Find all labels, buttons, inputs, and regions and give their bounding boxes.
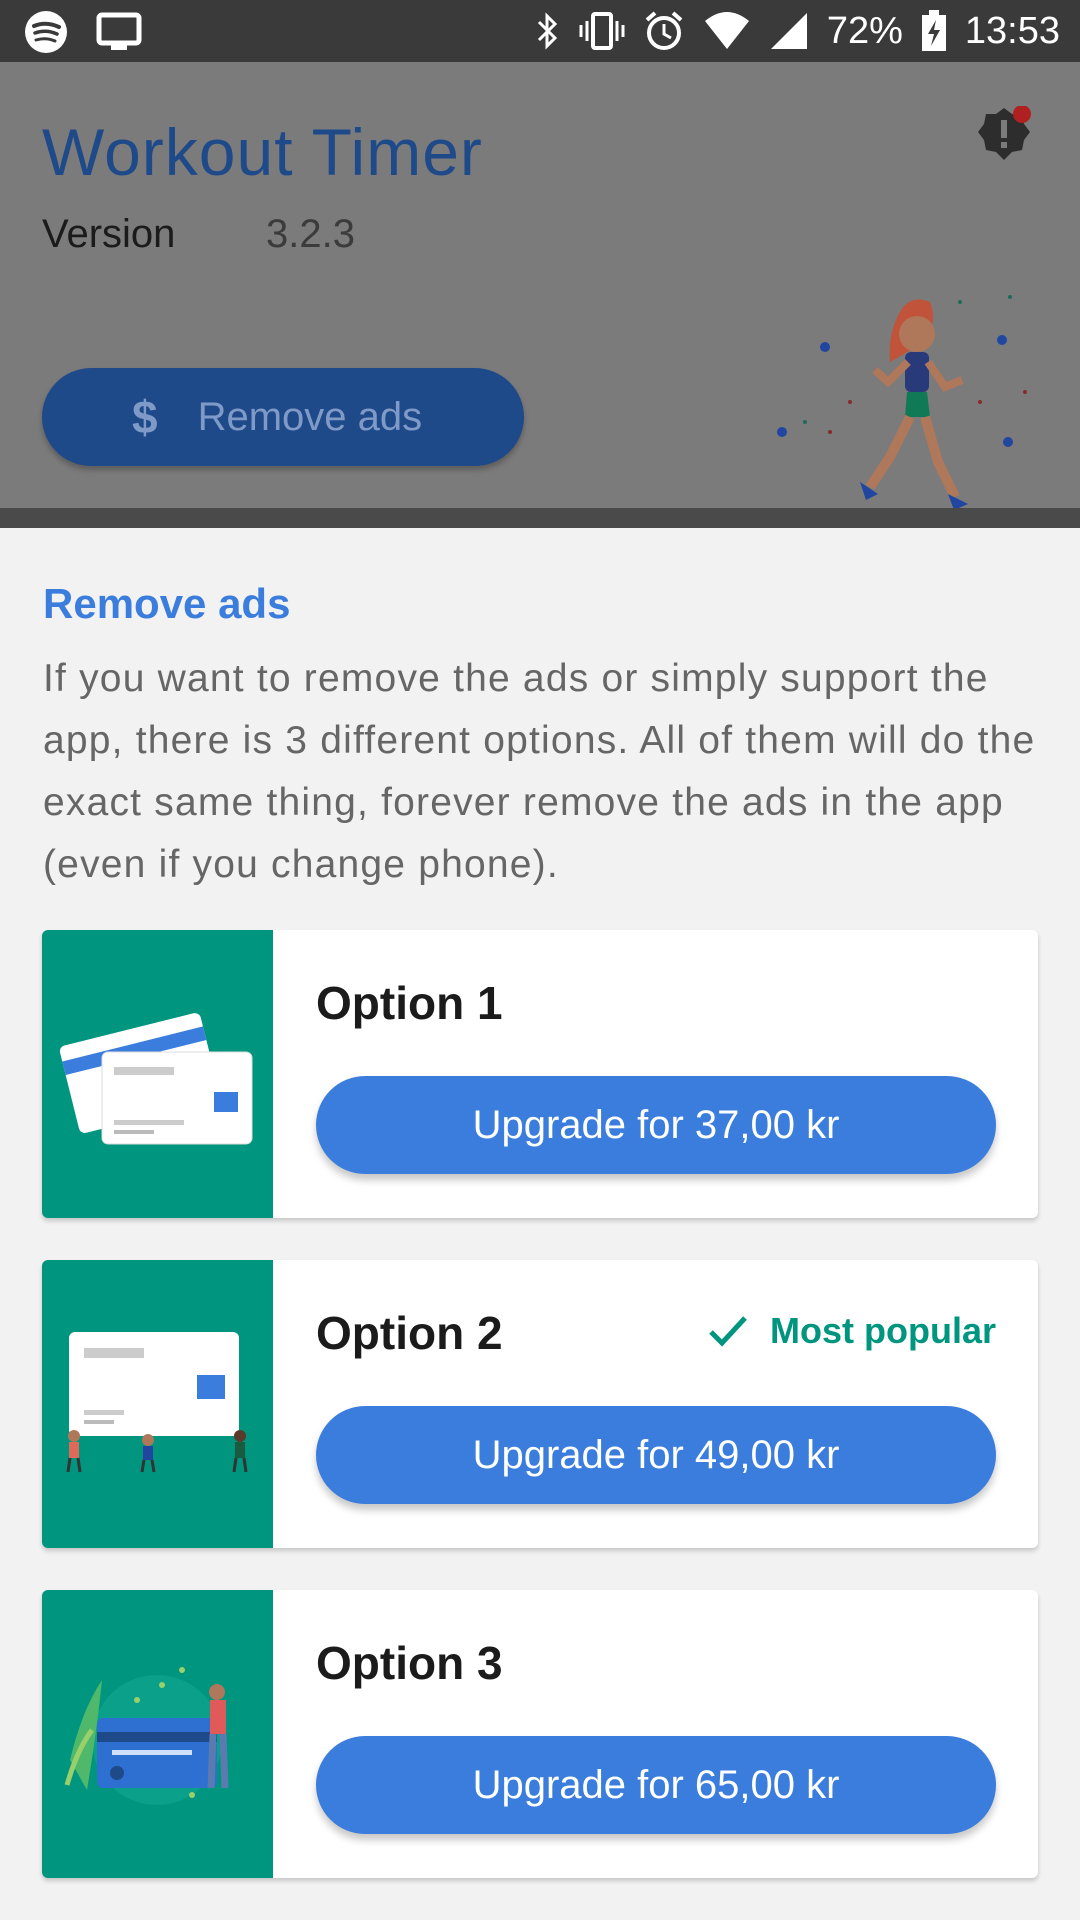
app-background: Workout Timer Version 3.2.3 $ Remove ads (0, 62, 1080, 528)
alert-badge-icon[interactable] (976, 106, 1032, 162)
sheet-title: Remove ads (43, 580, 291, 627)
vibrate-icon (579, 12, 625, 50)
battery-charging-icon (921, 10, 946, 51)
sheet-description: If you want to remove the ads or simply … (43, 657, 1036, 886)
version-value: 3.2.3 (266, 212, 355, 256)
version-label: Version (42, 212, 176, 256)
remove-ads-button-label: Remove ads (197, 394, 423, 439)
alarm-icon (645, 11, 683, 50)
option-card-2: Option 2 Most popular Upgrade for 49,00 … (42, 1260, 1038, 1548)
option-card-3: Option 3 Upgrade for 65,00 kr (42, 1590, 1038, 1878)
cell-signal-icon (770, 13, 807, 49)
option-card-1: Option 1 Upgrade for 37,00 kr (42, 930, 1038, 1218)
most-popular-label: Most popular (770, 1310, 996, 1351)
option-2-title: Option 2 (316, 1307, 503, 1359)
spotify-icon (25, 11, 67, 53)
remove-ads-sheet: Remove ads If you want to remove the ads… (0, 528, 1080, 1920)
most-popular-badge: Most popular (708, 1310, 996, 1352)
upgrade-option-1-button[interactable]: Upgrade for 37,00 kr (316, 1076, 996, 1174)
bluetooth-icon (537, 12, 557, 50)
option-3-illustration (42, 1590, 273, 1878)
remove-ads-button[interactable]: $ Remove ads (42, 368, 524, 466)
status-bar: 72% 13:53 (0, 0, 1080, 62)
battery-percent: 72% (826, 9, 903, 52)
checkmark-icon (709, 1316, 747, 1347)
dollar-icon: $ (132, 391, 158, 443)
option-1-illustration (42, 930, 273, 1218)
upgrade-option-2-button[interactable]: Upgrade for 49,00 kr (316, 1406, 996, 1504)
upgrade-option-3-button[interactable]: Upgrade for 65,00 kr (316, 1736, 996, 1834)
app-title: Workout Timer (42, 115, 483, 189)
cast-screen-icon (96, 12, 142, 50)
clock: 13:53 (964, 9, 1060, 52)
wifi-icon (704, 12, 749, 49)
credit-cards-icon (59, 1013, 253, 1145)
option-2-illustration (42, 1260, 273, 1548)
option-1-title: Option 1 (316, 977, 503, 1029)
option-3-title: Option 3 (316, 1637, 503, 1689)
sheet-shadow-strip (0, 508, 1080, 528)
card-money-icon (64, 1667, 229, 1805)
card-people-icon (66, 1332, 248, 1473)
runner-illustration (777, 295, 1027, 510)
